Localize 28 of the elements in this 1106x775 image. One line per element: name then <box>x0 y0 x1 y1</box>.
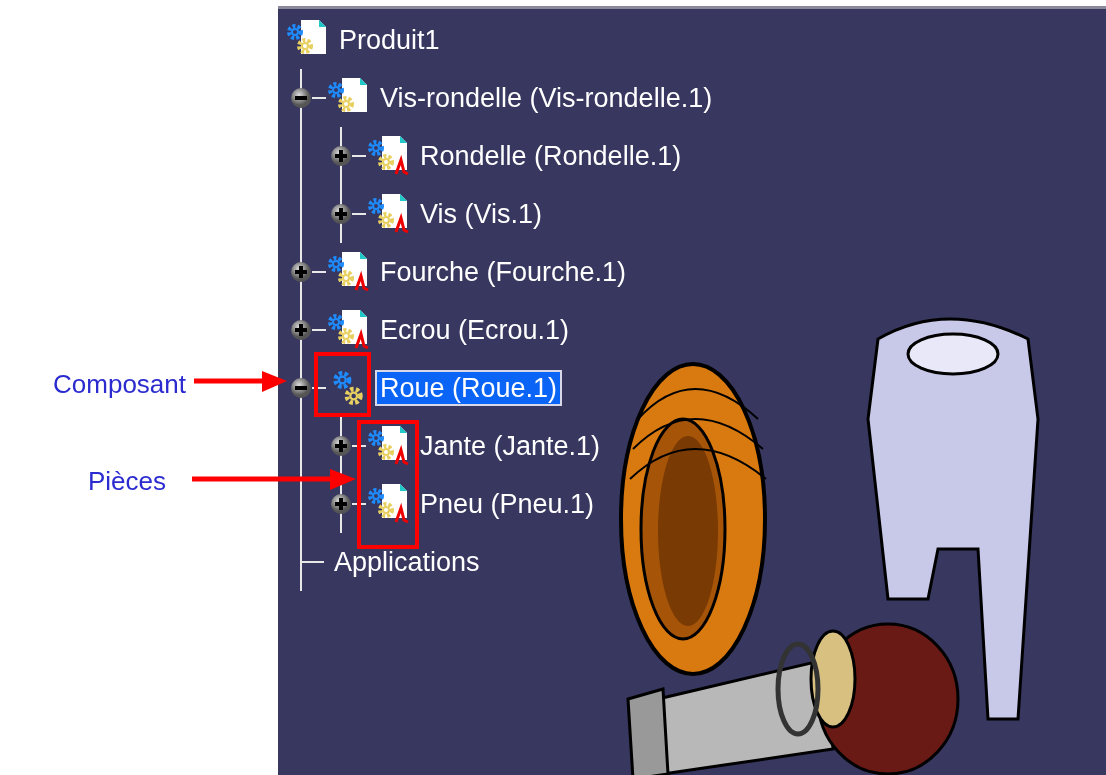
expand-icon[interactable] <box>290 261 312 283</box>
tree-item[interactable]: Applications <box>331 545 483 579</box>
expand-icon[interactable] <box>330 203 352 225</box>
part-icon <box>326 250 370 294</box>
expand-icon[interactable] <box>330 435 352 457</box>
expand-icon[interactable] <box>330 145 352 167</box>
expand-icon[interactable] <box>290 319 312 341</box>
tree-item[interactable]: Fourche (Fourche.1) <box>377 255 630 289</box>
component-icon <box>333 371 363 405</box>
tree-item[interactable]: Pneu (Pneu.1) <box>417 487 598 521</box>
collapse-icon[interactable] <box>290 377 312 399</box>
callout-label: Pièces <box>87 465 166 498</box>
part-icon <box>326 308 370 352</box>
part-icon <box>366 482 410 526</box>
tree-item[interactable]: Produit1 <box>336 23 443 57</box>
part-icon <box>366 192 410 236</box>
tree-item[interactable]: Rondelle (Rondelle.1) <box>417 139 685 173</box>
collapse-icon[interactable] <box>290 87 312 109</box>
tree-item[interactable]: Ecrou (Ecrou.1) <box>377 313 573 347</box>
tree-item[interactable]: Vis-rondelle (Vis-rondelle.1) <box>377 81 716 115</box>
tree-item[interactable]: Vis (Vis.1) <box>417 197 546 231</box>
callout-label: Composant <box>53 368 186 401</box>
highlight-frame <box>314 352 371 417</box>
tree-item[interactable]: Jante (Jante.1) <box>417 429 604 463</box>
expand-icon[interactable] <box>330 493 352 515</box>
tree-item[interactable]: Roue (Roue.1) <box>377 371 561 405</box>
part-icon <box>366 134 410 178</box>
part-icon <box>366 424 410 468</box>
